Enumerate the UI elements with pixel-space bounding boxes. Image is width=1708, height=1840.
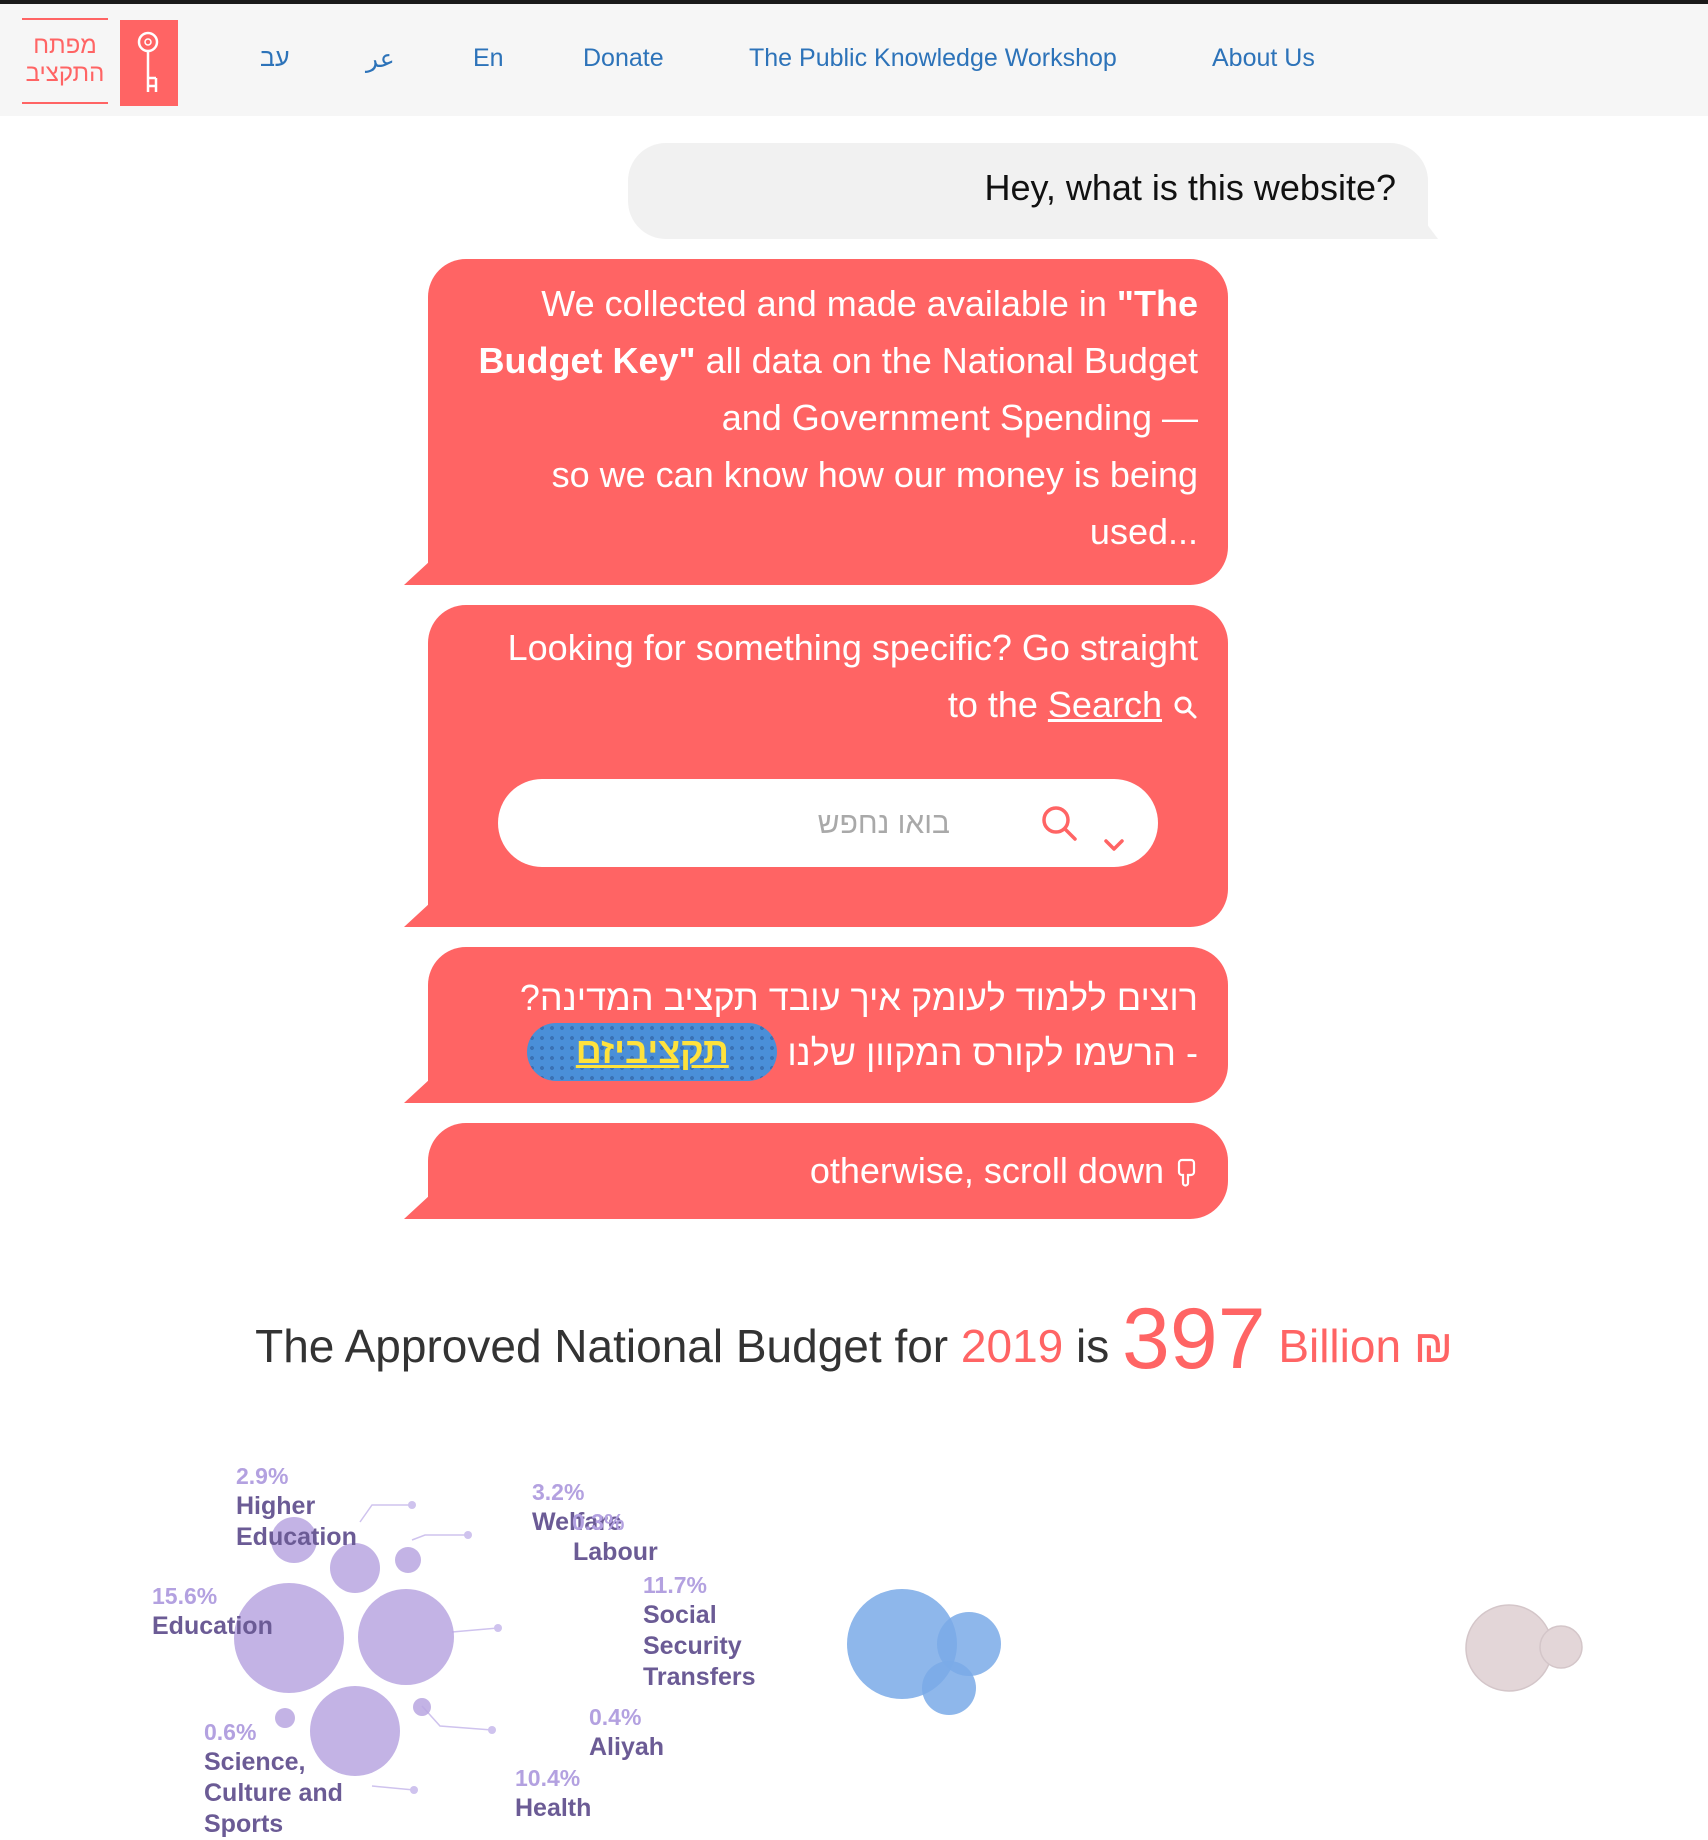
connector-line [451,1627,499,1633]
education-label: Education [152,1612,273,1640]
category-bubble[interactable] [395,1547,421,1573]
category-bubble-gray[interactable] [1539,1625,1583,1669]
science-culture-sports-pct: 0.6% [204,1719,257,1745]
education-pct: 15.6% [152,1583,218,1609]
connector-dot [464,1531,472,1539]
aliyah-label: Aliyah [589,1733,665,1761]
category-bubble[interactable] [413,1698,431,1716]
connector-line [411,1534,468,1541]
connector-dot [494,1624,502,1632]
connector-line [371,1785,415,1791]
category-bubble[interactable] [358,1589,454,1685]
higher-education-label: Higher Education [236,1492,357,1551]
higher-education-pct: 2.9% [236,1463,289,1489]
social-security-pct: 11.7% [643,1572,707,1598]
health-pct: 10.4% [515,1765,581,1791]
labour-label: Labour [573,1538,658,1566]
science-culture-sports-label: Science, Culture and Sports [204,1748,343,1838]
budget-bubble-chart [234,1501,1583,1794]
science-culture-sports-bubble[interactable] [275,1708,295,1728]
aliyah-pct: 0.4% [589,1704,642,1730]
labour-pct: 0.3% [572,1509,625,1535]
category-bubble-blue[interactable] [922,1661,976,1715]
category-bubble-gray[interactable] [1465,1604,1553,1692]
connector-line [421,1705,493,1731]
health-label: Health [515,1794,592,1822]
welfare-pct: 3.2% [532,1479,585,1505]
connector-dot [488,1726,496,1734]
social-security-label: Social Security Transfers [643,1601,756,1691]
connector-dot [408,1501,416,1509]
connector-dot [410,1786,418,1794]
